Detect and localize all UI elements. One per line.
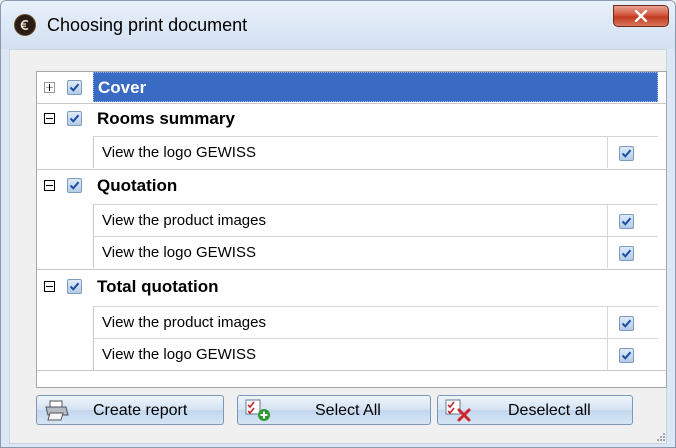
section-checkbox[interactable] bbox=[67, 178, 82, 193]
euro-app-icon bbox=[14, 14, 36, 36]
selected-row-highlight: Cover bbox=[93, 72, 658, 102]
tree-item[interactable]: View the product images bbox=[93, 204, 658, 236]
checkmark-icon bbox=[621, 319, 632, 328]
tree-section-cover[interactable]: Cover bbox=[37, 72, 666, 103]
section-label: Total quotation bbox=[97, 277, 219, 296]
expand-plus-icon[interactable] bbox=[44, 82, 55, 93]
tree-section-total-quotation[interactable]: Total quotation bbox=[37, 270, 666, 305]
section-checkbox[interactable] bbox=[67, 111, 82, 126]
checklist-remove-icon bbox=[445, 399, 471, 422]
checkmark-icon bbox=[69, 83, 80, 92]
section-checkbox[interactable] bbox=[67, 80, 82, 95]
item-checkbox[interactable] bbox=[619, 146, 634, 161]
section-label: Quotation bbox=[97, 176, 178, 195]
button-label: Select All bbox=[315, 402, 381, 419]
tree-item[interactable]: View the logo GEWISS bbox=[93, 136, 658, 168]
item-checkbox[interactable] bbox=[619, 246, 634, 261]
column-separator bbox=[607, 237, 608, 268]
dialog-client-area: Cover Rooms summary View the logo GEWISS bbox=[9, 49, 667, 444]
column-separator bbox=[607, 205, 608, 236]
collapse-minus-icon[interactable] bbox=[44, 180, 55, 191]
tree-item[interactable]: View the product images bbox=[93, 306, 658, 338]
select-all-button[interactable]: Select All bbox=[237, 395, 431, 425]
close-icon bbox=[634, 10, 648, 22]
section-label: Rooms summary bbox=[97, 109, 235, 128]
checkmark-icon bbox=[69, 181, 80, 190]
resize-grip-icon[interactable] bbox=[656, 432, 666, 442]
checkmark-icon bbox=[621, 149, 632, 158]
checkmark-icon bbox=[621, 351, 632, 360]
checkmark-icon bbox=[69, 282, 80, 291]
item-checkbox[interactable] bbox=[619, 214, 634, 229]
collapse-minus-icon[interactable] bbox=[44, 113, 55, 124]
collapse-minus-icon[interactable] bbox=[44, 281, 55, 292]
dialog-window: Choosing print document Cover Rooms summ… bbox=[0, 0, 676, 448]
item-checkbox[interactable] bbox=[619, 316, 634, 331]
checklist-add-icon bbox=[245, 399, 270, 421]
create-report-button[interactable]: Create report bbox=[36, 395, 224, 425]
window-title: Choosing print document bbox=[47, 15, 248, 35]
checkmark-icon bbox=[621, 249, 632, 258]
item-label: View the product images bbox=[102, 212, 266, 229]
deselect-all-button[interactable]: Deselect all bbox=[437, 395, 633, 425]
title-bar[interactable]: Choosing print document bbox=[1, 1, 675, 49]
button-label: Create report bbox=[93, 402, 188, 419]
item-label: View the logo GEWISS bbox=[102, 144, 256, 161]
close-button[interactable] bbox=[613, 5, 669, 27]
print-document-tree: Cover Rooms summary View the logo GEWISS bbox=[36, 71, 667, 388]
tree-section-quotation[interactable]: Quotation bbox=[37, 170, 666, 203]
item-label: View the logo GEWISS bbox=[102, 244, 256, 261]
tree-section-rooms-summary[interactable]: Rooms summary bbox=[37, 104, 666, 135]
section-label: Cover bbox=[98, 78, 147, 97]
tree-item[interactable]: View the logo GEWISS bbox=[93, 236, 658, 268]
checkmark-icon bbox=[69, 114, 80, 123]
checkmark-icon bbox=[621, 217, 632, 226]
section-checkbox[interactable] bbox=[67, 279, 82, 294]
item-label: View the product images bbox=[102, 314, 266, 331]
divider bbox=[37, 370, 666, 371]
printer-icon bbox=[45, 400, 69, 421]
button-label: Deselect all bbox=[508, 402, 591, 419]
column-separator bbox=[607, 137, 608, 168]
column-separator bbox=[607, 339, 608, 370]
item-label: View the logo GEWISS bbox=[102, 346, 256, 363]
item-checkbox[interactable] bbox=[619, 348, 634, 363]
column-separator bbox=[607, 307, 608, 338]
tree-item[interactable]: View the logo GEWISS bbox=[93, 338, 658, 370]
